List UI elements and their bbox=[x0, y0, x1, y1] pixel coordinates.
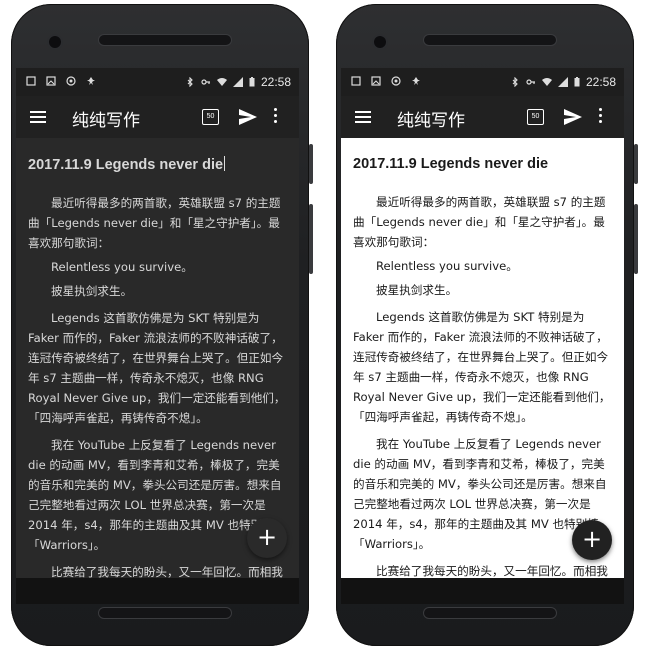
send-icon[interactable] bbox=[238, 108, 258, 126]
send-icon[interactable] bbox=[563, 108, 583, 126]
volume-button bbox=[634, 204, 638, 274]
power-button bbox=[309, 144, 313, 184]
menu-icon[interactable] bbox=[355, 111, 371, 123]
document-title[interactable]: 2017.11.9 Legends never die bbox=[353, 156, 612, 172]
image-icon bbox=[371, 76, 381, 86]
editor-content[interactable]: 2017.11.9 Legends never die 最近听得最多的两首歌，英… bbox=[16, 138, 299, 578]
notification-icon bbox=[26, 76, 36, 86]
navigation-bar bbox=[341, 578, 624, 604]
top-speaker bbox=[99, 35, 231, 45]
front-camera bbox=[374, 36, 386, 48]
paragraph: Legends 这首歌仿佛是为 SKT 特别是为 Faker 而作的，Faker… bbox=[28, 311, 286, 425]
paragraph: Legends 这首歌仿佛是为 SKT 特别是为 Faker 而作的，Faker… bbox=[353, 310, 611, 424]
record-icon bbox=[391, 76, 401, 86]
lyric-line: 披星执剑求生。 bbox=[51, 284, 133, 298]
add-fab-button[interactable]: + bbox=[247, 518, 287, 558]
phone-dark: 22:58 纯纯写作 50 2017.11.9 Legends never di… bbox=[11, 4, 313, 646]
leaf-icon bbox=[412, 77, 420, 85]
word-count-button[interactable]: 50 bbox=[202, 109, 219, 125]
clock: 22:58 bbox=[260, 75, 291, 89]
editor-content[interactable]: 2017.11.9 Legends never die 最近听得最多的两首歌，英… bbox=[341, 138, 624, 578]
battery-icon bbox=[574, 77, 580, 87]
phone-light: 22:58 纯纯写作 50 2017.11.9 Legends never di… bbox=[336, 4, 638, 646]
screen: 22:58 纯纯写作 50 2017.11.9 Legends never di… bbox=[341, 68, 624, 578]
leaf-icon bbox=[87, 77, 95, 85]
add-fab-button[interactable]: + bbox=[572, 520, 612, 560]
document-title[interactable]: 2017.11.9 Legends never die bbox=[28, 156, 287, 173]
battery-icon bbox=[249, 77, 255, 87]
key-icon bbox=[201, 79, 210, 85]
power-button bbox=[634, 144, 638, 184]
app-title: 纯纯写作 bbox=[397, 111, 465, 131]
paragraph: 最近听得最多的两首歌，英雄联盟 s7 的主题曲「Legends never di… bbox=[28, 196, 281, 250]
notification-icon bbox=[351, 76, 361, 86]
key-icon bbox=[526, 79, 535, 85]
bottom-speaker bbox=[99, 608, 231, 618]
bluetooth-icon bbox=[512, 77, 518, 87]
signal-icon bbox=[557, 77, 568, 87]
top-speaker bbox=[424, 35, 556, 45]
wifi-icon bbox=[216, 78, 227, 86]
paragraph: 比赛给了我每天的盼头，又一年回忆。而相我自己已经有一年没玩英雄联盟 LOL 这个… bbox=[51, 565, 283, 578]
navigation-bar bbox=[16, 578, 299, 604]
bluetooth-icon bbox=[187, 77, 193, 87]
more-options-icon[interactable] bbox=[599, 108, 603, 126]
volume-button bbox=[309, 204, 313, 274]
word-count-button[interactable]: 50 bbox=[527, 109, 544, 125]
status-bar: 22:58 bbox=[341, 68, 624, 96]
lyric-line: Relentless you survive。 bbox=[376, 259, 518, 273]
more-options-icon[interactable] bbox=[274, 108, 278, 126]
screen: 22:58 纯纯写作 50 2017.11.9 Legends never di… bbox=[16, 68, 299, 578]
paragraph: 比赛给了我每天的盼头，又一年回忆。而相我自己已经有一年没玩英雄联盟 LOL 这个… bbox=[376, 564, 608, 578]
menu-icon[interactable] bbox=[30, 111, 46, 123]
front-camera bbox=[49, 36, 61, 48]
wifi-icon bbox=[541, 78, 552, 86]
status-bar: 22:58 bbox=[16, 68, 299, 96]
lyric-line: Relentless you survive。 bbox=[51, 260, 193, 274]
clock: 22:58 bbox=[585, 75, 616, 89]
app-toolbar: 纯纯写作 50 bbox=[16, 96, 299, 138]
record-icon bbox=[66, 76, 76, 86]
app-title: 纯纯写作 bbox=[72, 111, 140, 131]
app-toolbar: 纯纯写作 50 bbox=[341, 96, 624, 138]
image-icon bbox=[46, 76, 56, 86]
paragraph: 最近听得最多的两首歌，英雄联盟 s7 的主题曲「Legends never di… bbox=[353, 195, 606, 249]
bottom-speaker bbox=[424, 608, 556, 618]
lyric-line: 披星执剑求生。 bbox=[376, 283, 458, 297]
signal-icon bbox=[232, 77, 243, 87]
text-cursor bbox=[224, 156, 226, 171]
